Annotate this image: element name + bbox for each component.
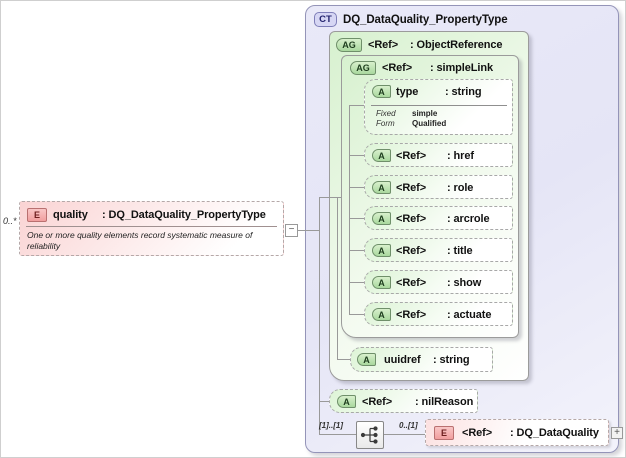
attribute-type-label: : actuate — [447, 309, 492, 321]
attribute-ref: <Ref> — [362, 396, 393, 408]
attribute-type-label: : string — [433, 354, 470, 366]
attribute-type-label: : string — [445, 86, 482, 98]
element-badge-icon: E — [27, 208, 47, 222]
connector-line — [349, 105, 364, 106]
attribute-href[interactable]: A <Ref> : href — [364, 143, 513, 167]
quality-annotation: One or more quality elements record syst… — [27, 230, 253, 252]
complex-type-badge-icon: CT — [314, 12, 337, 27]
object-reference-type: : ObjectReference — [410, 39, 503, 51]
attribute-title[interactable]: A <Ref> : title — [364, 238, 513, 262]
connector-line — [297, 230, 319, 231]
quality-element-box[interactable]: E quality : DQ_DataQuality_PropertyType … — [19, 201, 284, 256]
facet-value: Qualified — [412, 119, 447, 128]
quality-cardinality-label: 0..* — [3, 216, 17, 226]
connector-line — [349, 187, 364, 188]
connector-line — [337, 197, 338, 359]
attribute-ref: <Ref> — [396, 182, 427, 194]
attribute-badge-icon: A — [372, 212, 391, 225]
quality-element-name: quality — [53, 209, 88, 221]
choice-compositor-icon[interactable] — [356, 421, 384, 449]
plus-icon: + — [614, 427, 620, 438]
dq-element-ref: <Ref> — [462, 427, 493, 439]
choice-cardinality-label: [1]..[1] — [319, 421, 343, 430]
expand-button[interactable]: + — [611, 427, 623, 439]
connector-line — [319, 197, 320, 434]
dq-element-type: : DQ_DataQuality — [510, 427, 599, 439]
attribute-badge-icon: A — [372, 181, 391, 194]
attribute-type-label: : role — [447, 182, 474, 194]
attribute-badge-icon: A — [372, 308, 391, 321]
connector-line — [319, 401, 329, 402]
attribute-type-label: : arcrole — [447, 213, 490, 225]
simple-link-type: : simpleLink — [430, 62, 493, 74]
attribute-name: uuidref — [384, 354, 421, 366]
attribute-badge-icon: A — [372, 149, 391, 162]
connector-line — [349, 314, 364, 315]
attribute-badge-icon: A — [337, 395, 356, 408]
complex-type-title: DQ_DataQuality_PropertyType — [343, 14, 508, 26]
dq-cardinality-label: 0..[1] — [399, 421, 418, 430]
attribute-type[interactable]: A type : string Fixed simple Form Qualif… — [364, 79, 513, 135]
connector-line — [337, 359, 350, 360]
connector-line — [349, 250, 364, 251]
connector-line — [349, 155, 364, 156]
facet-label: Form — [376, 119, 395, 128]
object-reference-ref: <Ref> — [368, 39, 399, 51]
attribute-ref: <Ref> — [396, 277, 427, 289]
connector-line — [349, 282, 364, 283]
attribute-type-label: : show — [447, 277, 482, 289]
attribute-actuate[interactable]: A <Ref> : actuate — [364, 302, 513, 326]
element-badge-icon: E — [434, 426, 454, 440]
attribute-ref: <Ref> — [396, 309, 427, 321]
simple-link-ref: <Ref> — [382, 62, 413, 74]
connector-line — [384, 434, 425, 435]
attribute-badge-icon: A — [357, 353, 376, 366]
connector-line — [349, 105, 350, 315]
dq-dataquality-element-box[interactable]: E <Ref> : DQ_DataQuality — [425, 419, 609, 446]
attribute-show[interactable]: A <Ref> : show — [364, 270, 513, 294]
attribute-type-label: : nilReason — [415, 396, 474, 408]
quality-element-type: : DQ_DataQuality_PropertyType — [102, 209, 266, 221]
facet-value: simple — [412, 109, 438, 118]
attribute-uuidref[interactable]: A uuidref : string — [350, 347, 493, 372]
divider — [26, 226, 277, 227]
switch-glyph — [360, 426, 378, 444]
minus-icon: − — [288, 224, 295, 235]
schema-diagram-canvas: 0..* E quality : DQ_DataQuality_Property… — [0, 0, 626, 458]
attribute-badge-icon: A — [372, 244, 391, 257]
attribute-badge-icon: A — [372, 85, 391, 98]
attribute-ref: <Ref> — [396, 150, 427, 162]
attribute-arcrole[interactable]: A <Ref> : arcrole — [364, 206, 513, 230]
attribute-group-badge-icon: AG — [350, 61, 376, 75]
attribute-type-label: : title — [447, 245, 473, 257]
attribute-type-label: : href — [447, 150, 474, 162]
facet-label: Fixed — [376, 109, 396, 118]
attribute-ref: <Ref> — [396, 245, 427, 257]
attribute-role[interactable]: A <Ref> : role — [364, 175, 513, 199]
attribute-badge-icon: A — [372, 276, 391, 289]
divider — [371, 105, 507, 106]
connector-line — [349, 218, 364, 219]
attribute-name: type — [396, 86, 419, 98]
connector-line — [319, 434, 356, 435]
attribute-ref: <Ref> — [396, 213, 427, 225]
attribute-nilreason[interactable]: A <Ref> : nilReason — [329, 389, 478, 413]
attribute-group-badge-icon: AG — [336, 38, 362, 52]
